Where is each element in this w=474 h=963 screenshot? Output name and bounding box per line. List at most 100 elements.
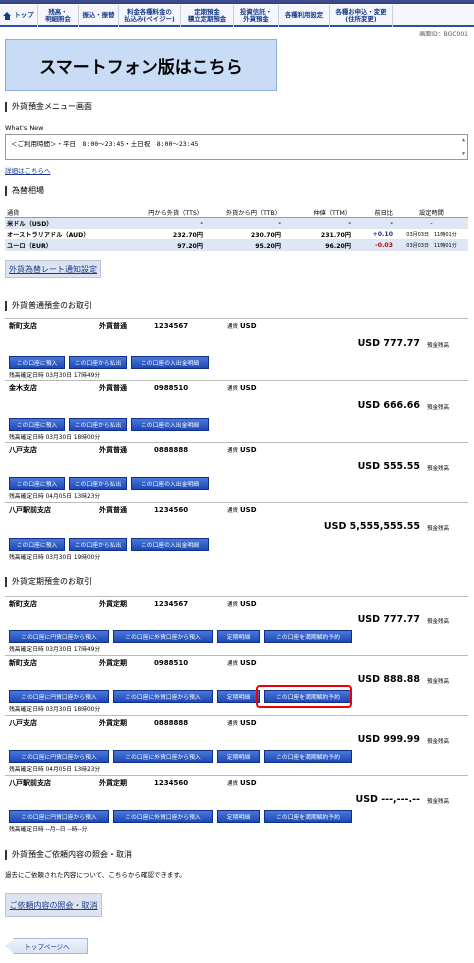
withdraw-button[interactable]: この口座から払出 <box>69 538 127 551</box>
rate-currency: ユーロ（EUR） <box>7 242 52 250</box>
balance-amount: USD 5,555,555.55 <box>323 521 420 532</box>
account-info-row: 八戸支店 外貨定期 0888888 通貨 USD <box>5 716 468 729</box>
time-deposit-detail-button[interactable]: 定期明細 <box>217 630 260 643</box>
account-info-row: 金木支店 外貨普通 0988510 通貨 USD <box>5 381 468 394</box>
account-actions: この口座に預入 この口座から払出 この口座の入出金明細 <box>9 538 209 551</box>
account-actions: この口座に円貨口座から預入 この口座に外貨口座から預入 定期明細 この口座を満期… <box>9 630 352 643</box>
rate-tts: - <box>200 219 203 227</box>
balance-amount: USD 999.99 <box>357 734 420 745</box>
whats-new-label: What's New <box>5 124 44 132</box>
account-info-row: 八戸支店 外貨普通 0888888 通貨 USD <box>5 443 468 456</box>
balance-label: 預金残高 <box>426 799 449 805</box>
currency-label: 通貨 <box>227 720 239 727</box>
nav-transfer[interactable]: 振込・振替 <box>79 5 119 27</box>
account-number: 1234567 <box>154 321 189 330</box>
currency-label: 通貨 <box>227 660 239 667</box>
maturity-cancel-button[interactable]: この口座を満期解約予約 <box>264 630 352 643</box>
nav-balance[interactable]: 残高・ 明細照会 <box>38 5 79 27</box>
time-deposit-detail-button[interactable]: 定期明細 <box>217 750 260 763</box>
balance-amount: USD 555.55 <box>357 461 420 472</box>
statement-button[interactable]: この口座の入出金明細 <box>131 418 209 431</box>
deposit-button[interactable]: この口座に預入 <box>9 538 65 551</box>
deposit-from-yen-button[interactable]: この口座に円貨口座から預入 <box>9 810 109 823</box>
branch-name: 八戸駅前支店 <box>9 505 51 514</box>
currency-code: USD <box>240 658 257 667</box>
time-deposit-account-card: 八戸駅前支店 外貨定期 1234560 通貨 USD USD ---,---.-… <box>5 775 468 835</box>
nav-payeasy[interactable]: 料金各種料金の 払込み(ペイジー) <box>119 5 181 27</box>
rate-tts: 97.20円 <box>177 242 203 250</box>
nav-settings[interactable]: 各種利用設定 <box>279 5 330 27</box>
deposit-from-fx-button[interactable]: この口座に外貨口座から預入 <box>113 750 213 763</box>
home-icon <box>3 12 12 20</box>
rate-currency: オーストラリアドル（AUD） <box>7 231 90 239</box>
time-deposit-title: 外貨定期預金のお取引 <box>5 577 92 587</box>
branch-name: 八戸支店 <box>9 445 37 454</box>
deposit-from-fx-button[interactable]: この口座に外貨口座から預入 <box>113 630 213 643</box>
currency-code: USD <box>240 718 257 727</box>
nav-top[interactable]: トップ <box>0 5 38 27</box>
currency-label: 通貨 <box>227 507 239 514</box>
confirmed-datetime: 残高確定日時 03月30日 19時00分 <box>9 555 101 561</box>
deposit-from-fx-button[interactable]: この口座に外貨口座から預入 <box>113 690 213 703</box>
scroll-down-icon[interactable]: ▼ <box>462 151 465 157</box>
currency-code: USD <box>240 383 257 392</box>
statement-button[interactable]: この口座の入出金明細 <box>131 477 209 490</box>
time-deposit-detail-button[interactable]: 定期明細 <box>217 690 260 703</box>
confirmed-datetime: 残高確定日時 04月05日 13時23分 <box>9 767 101 773</box>
balance-amount: USD 666.66 <box>357 400 420 411</box>
rate-notify-button[interactable]: 外貨為替レート通知設定 <box>5 260 101 278</box>
account-type: 外貨定期 <box>99 599 127 608</box>
maturity-cancel-button[interactable]: この口座を満期解約予約 <box>264 810 352 823</box>
rates-title: 為替相場 <box>5 186 44 196</box>
nav-applications[interactable]: 各種お申込・変更 (住所変更) <box>330 5 393 27</box>
balance-label: 預金残高 <box>426 343 449 349</box>
detail-link[interactable]: 詳細はこちらへ <box>5 165 51 175</box>
withdraw-button[interactable]: この口座から払出 <box>69 477 127 490</box>
page-title: 外貨預金メニュー画面 <box>5 102 92 112</box>
maturity-cancel-button[interactable]: この口座を満期解約予約 <box>264 750 352 763</box>
rate-time: 03月03日 11時01分 <box>406 231 457 238</box>
deposit-from-yen-button[interactable]: この口座に円貨口座から預入 <box>9 690 109 703</box>
ordinary-account-card: 新町支店 外貨普通 1234567 通貨 USD USD 777.77 預金残高… <box>5 318 468 380</box>
branch-name: 新町支店 <box>9 321 37 330</box>
rates-header: 通貨 <box>7 209 20 217</box>
ordinary-account-card: 八戸駅前支店 外貨普通 1234560 通貨 USD USD 5,555,555… <box>5 502 468 564</box>
statement-button[interactable]: この口座の入出金明細 <box>131 538 209 551</box>
back-to-top-button[interactable]: トップページへ <box>6 938 88 954</box>
rates-header: 外貨から円（TTB） <box>225 209 281 217</box>
nav-investment[interactable]: 投資信託・ 外貨預金 <box>234 5 279 27</box>
account-info-row: 新町支店 外貨定期 1234567 通貨 USD <box>5 597 468 610</box>
deposit-button[interactable]: この口座に預入 <box>9 356 65 369</box>
branch-name: 八戸駅前支店 <box>9 778 51 787</box>
withdraw-button[interactable]: この口座から払出 <box>69 418 127 431</box>
account-type: 外貨定期 <box>99 658 127 667</box>
account-type: 外貨普通 <box>99 321 127 330</box>
inquiry-button[interactable]: ご依頼内容の照会・取消 <box>5 893 102 917</box>
balance-label: 預金残高 <box>426 526 449 532</box>
statement-button[interactable]: この口座の入出金明細 <box>131 356 209 369</box>
time-deposit-detail-button[interactable]: 定期明細 <box>217 810 260 823</box>
scroll-up-icon[interactable]: ▲ <box>462 137 465 143</box>
inquiry-title: 外貨預金ご依頼内容の照会・取消 <box>5 850 132 860</box>
rate-currency: 米ドル（USD） <box>7 220 53 228</box>
inquiry-description: 過去にご依頼された内容について、こちらから確認できます。 <box>5 871 186 879</box>
smartphone-banner[interactable]: スマートフォン版はこちら <box>5 39 277 91</box>
rate-ttb: 95.20円 <box>255 242 281 250</box>
account-type: 外貨定期 <box>99 778 127 787</box>
branch-name: 八戸支店 <box>9 718 37 727</box>
withdraw-button[interactable]: この口座から払出 <box>69 356 127 369</box>
deposit-from-yen-button[interactable]: この口座に円貨口座から預入 <box>9 630 109 643</box>
rates-header: 仲値（TTM） <box>313 209 351 217</box>
deposit-from-fx-button[interactable]: この口座に外貨口座から預入 <box>113 810 213 823</box>
account-info-row: 八戸駅前支店 外貨定期 1234560 通貨 USD <box>5 776 468 789</box>
account-number: 1234560 <box>154 778 189 787</box>
nav-time-deposit[interactable]: 定期預金 積立定期預金 <box>181 5 234 27</box>
account-number: 0888888 <box>154 445 189 454</box>
deposit-button[interactable]: この口座に預入 <box>9 418 65 431</box>
deposit-button[interactable]: この口座に預入 <box>9 477 65 490</box>
deposit-from-yen-button[interactable]: この口座に円貨口座から預入 <box>9 750 109 763</box>
currency-code: USD <box>240 599 257 608</box>
account-number: 0888888 <box>154 718 189 727</box>
branch-name: 新町支店 <box>9 658 37 667</box>
account-actions: この口座に円貨口座から預入 この口座に外貨口座から預入 定期明細 この口座を満期… <box>9 810 352 823</box>
